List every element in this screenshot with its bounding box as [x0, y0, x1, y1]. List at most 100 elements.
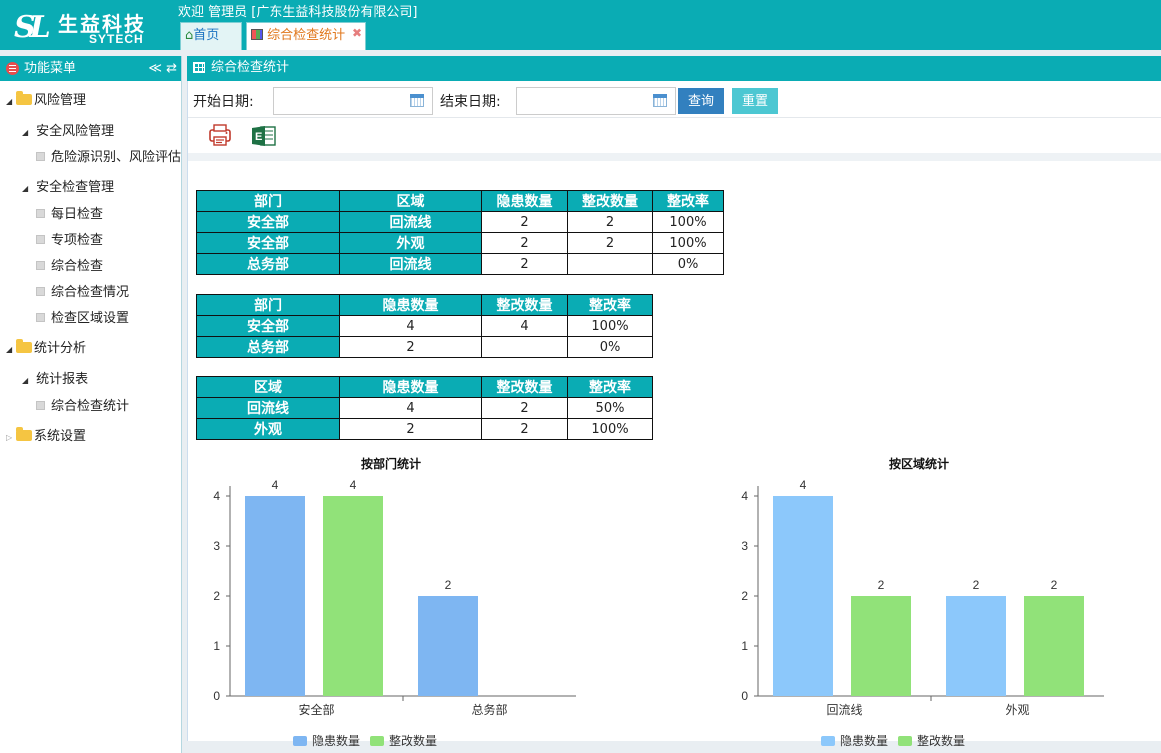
svg-text:E: E — [255, 131, 262, 143]
expanded-arrow-icon: ◢ — [6, 345, 13, 354]
tree-label: 专项检查 — [51, 233, 104, 248]
table-cell: 4 — [339, 397, 482, 419]
table-row: 安全部 回流线 2 2 100% — [196, 211, 724, 233]
collapsed-arrow-icon: ▷ — [6, 433, 13, 442]
leaf-icon — [36, 152, 45, 161]
x-tick-label: 安全部 — [298, 702, 334, 717]
column-header: 部门 — [196, 294, 340, 316]
tree-leaf-comprehensive-inspection[interactable]: 综合检查 — [36, 254, 103, 280]
table-row: 安全部 4 4 100% — [196, 315, 653, 337]
column-header: 区域 — [196, 376, 340, 398]
tree-node-risk-management[interactable]: ◢ 风险管理 — [6, 88, 86, 114]
tree-leaf-comprehensive-inspection-status[interactable]: 综合检查情况 — [36, 280, 129, 306]
start-date-input[interactable] — [273, 87, 433, 115]
tab-home[interactable]: ⌂首页 — [180, 22, 242, 50]
column-header: 部门 — [196, 190, 340, 212]
table-cell — [567, 253, 653, 275]
app-window: SL 生益科技 SYTECH 欢迎 管理员 [广东生益科技股份有限公司] ⌂首页… — [0, 0, 1161, 753]
y-tick-label: 4 — [741, 489, 748, 503]
dept-summary-table: 部门 隐患数量 整改数量 整改率 安全部 4 4 100% 总务部 2 0% — [196, 294, 653, 358]
legend-swatch — [370, 736, 384, 746]
column-header: 区域 — [339, 190, 482, 212]
tree-node-statistical-analysis[interactable]: ◢ 统计分析 — [6, 336, 86, 362]
print-icon[interactable] — [208, 123, 232, 147]
logo-mark: SL — [14, 10, 51, 45]
divider — [188, 117, 1161, 118]
tree-node-safety-inspection-management[interactable]: ◢ 安全检查管理 — [22, 175, 114, 201]
dept-chart-svg: 按部门统计 0 1 2 3 4 安全部 4 4 总务部 2 隐患数量 整改数量 — [213, 456, 576, 748]
query-button[interactable]: 查询 — [678, 88, 724, 114]
tree-leaf-daily-inspection[interactable]: 每日检查 — [36, 202, 103, 228]
y-tick-label: 4 — [213, 489, 220, 503]
bar-隐患数量 — [946, 596, 1006, 696]
main-area: 综合检查统计 开始日期: 结束日期: 查询 重置 E 部门 区域 隐患数量 整改… — [187, 56, 1161, 753]
data-label: 4 — [800, 478, 807, 492]
separator-strip — [188, 153, 1161, 161]
y-tick-label: 1 — [741, 639, 748, 653]
column-header: 整改率 — [652, 190, 724, 212]
table-cell: 2 — [481, 253, 568, 275]
x-tick-label: 总务部 — [471, 702, 507, 717]
legend-swatch — [898, 736, 912, 746]
table-row: 安全部 外观 2 2 100% — [196, 232, 724, 254]
legend-swatch — [293, 736, 307, 746]
tree-leaf-hazard-identification[interactable]: 危险源识别、风险评估 — [36, 145, 181, 171]
data-label: 2 — [445, 578, 452, 592]
folder-icon — [16, 427, 32, 441]
expanded-arrow-icon: ◢ — [22, 128, 29, 137]
tree-label: 每日检查 — [51, 207, 104, 222]
tree-label: 检查区域设置 — [51, 311, 130, 326]
table-cell: 外观 — [196, 418, 340, 440]
data-label: 2 — [1051, 578, 1058, 592]
table-cell: 2 — [481, 211, 568, 233]
data-label: 2 — [973, 578, 980, 592]
excel-export-icon[interactable]: E — [252, 125, 276, 147]
panel-body: 开始日期: 结束日期: 查询 重置 E 部门 区域 隐患数量 整改数量 整改率 … — [187, 81, 1161, 748]
dept-bar-chart: 按部门统计 0 1 2 3 4 安全部 4 4 总务部 2 隐患数量 整改数量 — [188, 456, 618, 753]
end-date-input[interactable] — [516, 87, 676, 115]
tree-node-system-settings[interactable]: ▷ 系统设置 — [6, 424, 86, 450]
table-cell: 回流线 — [339, 253, 482, 275]
bar-隐患数量 — [245, 496, 305, 696]
table-cell: 总务部 — [196, 336, 340, 358]
report-icon — [251, 29, 263, 40]
column-header: 隐患数量 — [339, 294, 482, 316]
tab-close-icon[interactable]: ✖ — [352, 20, 362, 46]
calendar-icon[interactable] — [653, 94, 667, 107]
table-row: 回流线 4 2 50% — [196, 397, 653, 419]
table-row: 总务部 2 0% — [196, 336, 653, 358]
tab-comprehensive-stats[interactable]: 综合检查统计 ✖ — [246, 22, 366, 50]
x-tick-label: 回流线 — [826, 703, 862, 717]
area-chart-svg: 按区域统计 0 1 2 3 4 回流线 4 2 外观 2 2 隐患数量 整改数量 — [741, 456, 1104, 748]
leaf-icon — [36, 261, 45, 270]
tree-leaf-comprehensive-inspection-stats[interactable]: 综合检查统计 — [36, 394, 129, 420]
y-tick-label: 3 — [213, 539, 220, 553]
legend-label: 整改数量 — [389, 733, 437, 748]
y-tick-label: 2 — [741, 589, 748, 603]
tree-label: 综合检查情况 — [51, 285, 130, 300]
area-summary-table: 区域 隐患数量 整改数量 整改率 回流线 4 2 50% 外观 2 2 100% — [196, 376, 653, 440]
table-cell: 100% — [567, 315, 653, 337]
chart-title: 按部门统计 — [361, 456, 421, 471]
tree-leaf-inspection-area-settings[interactable]: 检查区域设置 — [36, 306, 129, 332]
tree-node-statistical-reports[interactable]: ◢ 统计报表 — [22, 367, 88, 393]
leaf-icon — [36, 235, 45, 244]
table-row: 总务部 回流线 2 0% — [196, 253, 724, 275]
collapse-icon[interactable]: ≪ — [148, 61, 162, 76]
table-cell: 2 — [481, 232, 568, 254]
refresh-icon[interactable]: ⇄ — [166, 61, 177, 76]
table-cell: 2 — [339, 336, 482, 358]
table-cell: 安全部 — [196, 211, 340, 233]
y-tick-label: 2 — [213, 589, 220, 603]
data-label: 2 — [878, 578, 885, 592]
tree-label: 安全检查管理 — [36, 180, 115, 195]
legend-label: 整改数量 — [917, 733, 965, 748]
tree-leaf-special-inspection[interactable]: 专项检查 — [36, 228, 103, 254]
table-cell: 回流线 — [196, 397, 340, 419]
tree-node-safety-risk-management[interactable]: ◢ 安全风险管理 — [22, 119, 114, 145]
table-cell: 100% — [652, 232, 724, 254]
calendar-icon[interactable] — [410, 94, 424, 107]
reset-button[interactable]: 重置 — [732, 88, 778, 114]
tree-label: 系统设置 — [34, 429, 87, 444]
table-cell: 100% — [652, 211, 724, 233]
